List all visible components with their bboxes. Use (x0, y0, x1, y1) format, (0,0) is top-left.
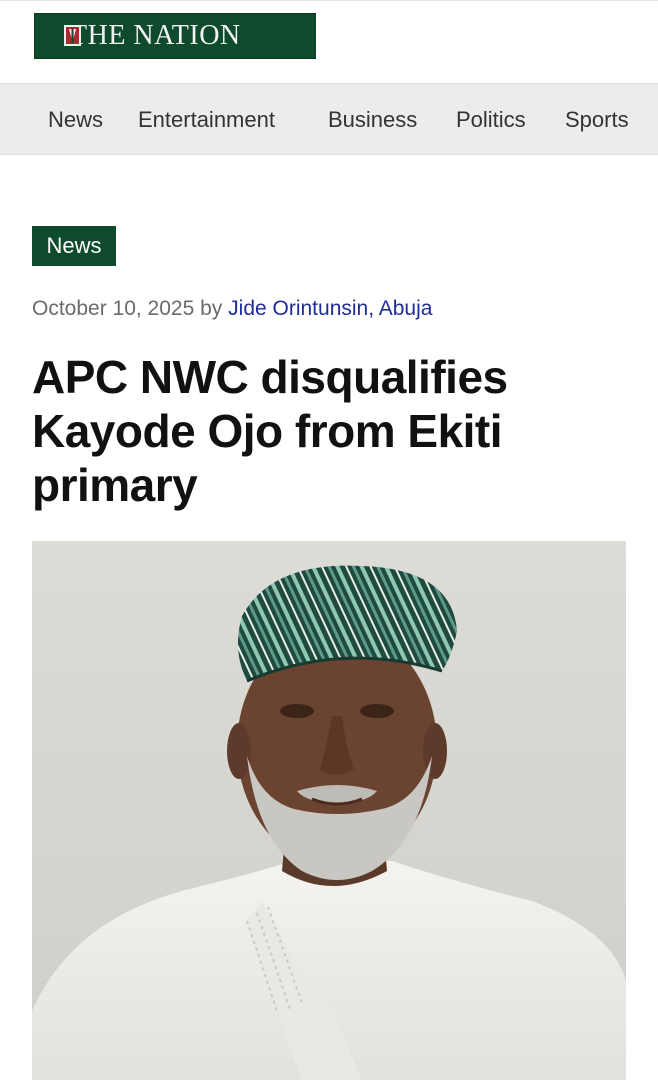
site-header: THE NATION (0, 0, 658, 83)
nation-emblem-icon (64, 25, 81, 46)
main-nav: News Entertainment Business Politics Spo… (0, 83, 658, 155)
portrait-illustration (32, 541, 626, 1080)
site-logo-text: THE NATION (70, 20, 241, 51)
nav-item-news[interactable]: News (48, 84, 103, 156)
byline-prefix: by (200, 297, 223, 320)
article-date: October 10, 2025 (32, 297, 195, 320)
nav-item-entertainment[interactable]: Entertainment (138, 84, 275, 156)
nav-item-sports[interactable]: Sports (565, 84, 629, 156)
article-headline: APC NWC disqualifies Kayode Ojo from Eki… (32, 351, 508, 511)
site-logo[interactable]: THE NATION (34, 13, 316, 59)
nav-item-politics[interactable]: Politics (456, 84, 526, 156)
author-link[interactable]: Jide Orintunsin, Abuja (228, 297, 432, 320)
nav-item-business[interactable]: Business (328, 84, 417, 156)
page: THE NATION News Entertainment Business P… (0, 0, 658, 1080)
article-meta: October 10, 2025 by Jide Orintunsin, Abu… (32, 294, 632, 324)
category-badge[interactable]: News (32, 226, 116, 266)
article-photo (32, 541, 626, 1080)
